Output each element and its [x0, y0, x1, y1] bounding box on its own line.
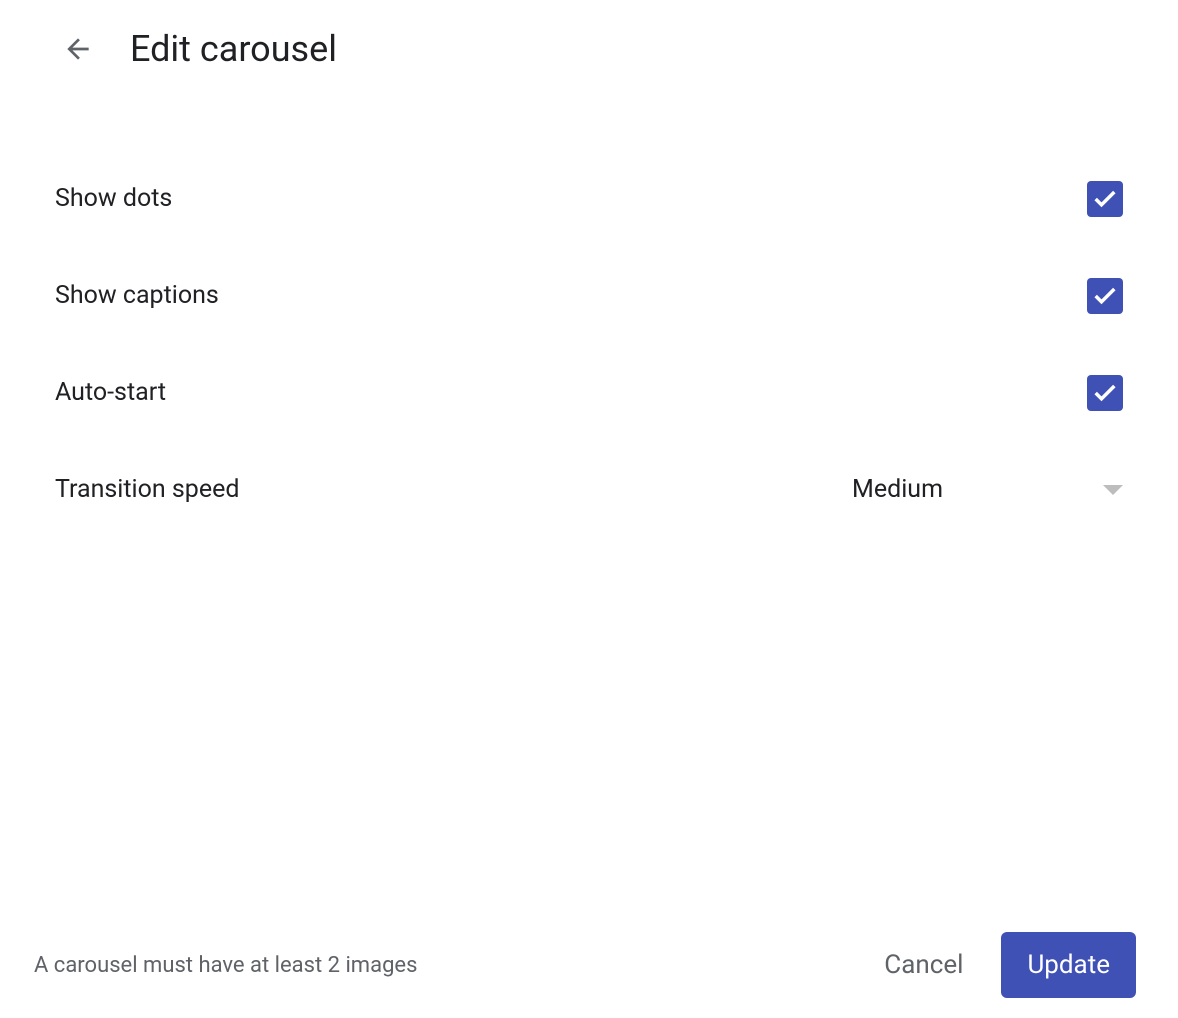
dialog-footer: A carousel must have at least 2 images C… [0, 932, 1178, 998]
footer-actions: Cancel Update [876, 932, 1136, 998]
auto-start-label: Auto-start [55, 378, 166, 407]
show-dots-label: Show dots [55, 184, 172, 213]
check-icon [1091, 185, 1119, 213]
transition-speed-select[interactable]: Medium [852, 475, 1123, 504]
arrow-left-icon [62, 33, 94, 65]
page-title: Edit carousel [130, 28, 337, 70]
setting-transition-speed: Transition speed Medium [55, 441, 1123, 538]
check-icon [1091, 379, 1119, 407]
show-dots-checkbox[interactable] [1087, 181, 1123, 217]
back-arrow-icon[interactable] [62, 33, 94, 65]
check-icon [1091, 282, 1119, 310]
show-captions-checkbox[interactable] [1087, 278, 1123, 314]
chevron-down-icon [1103, 485, 1123, 495]
dialog-header: Edit carousel [0, 0, 1178, 70]
hint-text: A carousel must have at least 2 images [34, 953, 417, 978]
auto-start-checkbox[interactable] [1087, 375, 1123, 411]
cancel-button[interactable]: Cancel [876, 938, 971, 992]
update-button[interactable]: Update [1001, 932, 1136, 998]
setting-auto-start: Auto-start [55, 344, 1123, 441]
setting-show-captions: Show captions [55, 247, 1123, 344]
show-captions-label: Show captions [55, 281, 219, 310]
settings-list: Show dots Show captions Auto-start Trans… [0, 70, 1178, 538]
transition-speed-label: Transition speed [55, 475, 239, 504]
transition-speed-value: Medium [852, 475, 943, 504]
setting-show-dots: Show dots [55, 150, 1123, 247]
